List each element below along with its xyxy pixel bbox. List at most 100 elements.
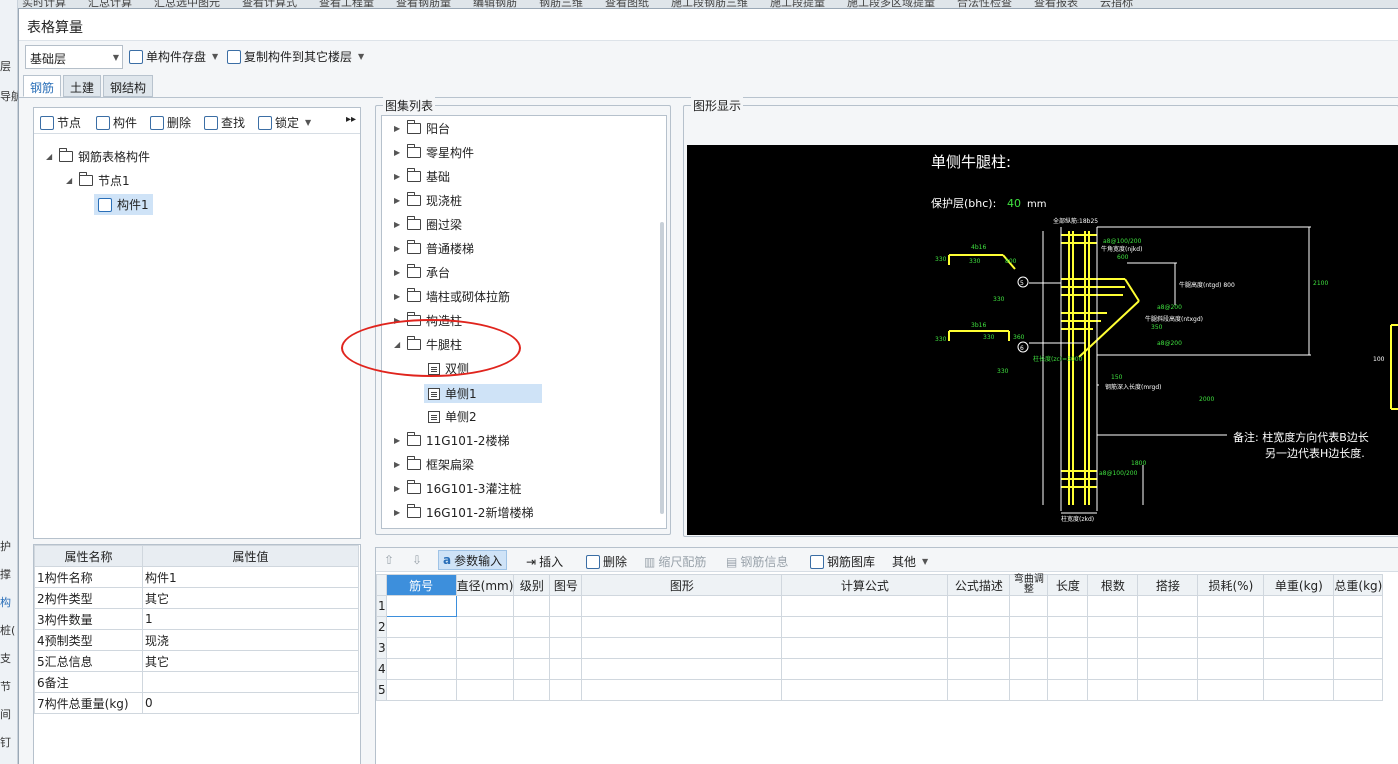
grid-column-header[interactable]: 长度 [1047, 574, 1089, 596]
grid-cell[interactable] [1333, 658, 1384, 680]
grid-column-header[interactable]: 级别 [513, 574, 551, 596]
grid-cell[interactable] [549, 595, 583, 617]
lock-button[interactable]: 锁定 ▼ [258, 114, 311, 131]
grid-cell[interactable] [455, 658, 515, 680]
grid-cell[interactable] [1333, 637, 1384, 659]
ribbon-item[interactable]: 汇总选中图元 [154, 0, 220, 8]
nav-strip-item[interactable]: 钉 [0, 734, 18, 750]
grid-cell[interactable] [781, 595, 949, 617]
ribbon-item[interactable]: 云指标 [1100, 0, 1133, 8]
ribbon-item[interactable]: 查看报表 [1034, 0, 1078, 8]
tab-steel[interactable]: 钢结构 [103, 75, 154, 97]
grid-cell[interactable] [1197, 637, 1265, 659]
tree-component[interactable]: 构件1 [94, 194, 153, 215]
grid-column-header[interactable]: 总重(kg) [1333, 574, 1384, 596]
grid-cell[interactable] [455, 679, 515, 701]
property-row[interactable]: 7构件总重量(kg) 0 [34, 692, 359, 714]
property-row[interactable]: 4预制类型 现浇 [34, 629, 359, 651]
nav-strip-item[interactable]: 节 [0, 678, 18, 694]
copy-component-button[interactable]: 复制构件到其它楼层 ▼ [227, 48, 364, 65]
grid-cell[interactable] [1263, 595, 1335, 617]
grid-cell[interactable] [1087, 679, 1139, 701]
property-value[interactable]: 其它 [142, 650, 359, 672]
grid-cell[interactable] [1197, 679, 1265, 701]
grid-cell[interactable] [455, 595, 515, 617]
rebar-library-button[interactable]: 钢筋图库 [810, 553, 875, 570]
tab-civil[interactable]: 土建 [63, 75, 102, 97]
delete-row-button[interactable]: 删除 [586, 553, 627, 570]
grid-cell[interactable] [581, 595, 783, 617]
tree-root[interactable]: ◢ 钢筋表格构件 [46, 148, 150, 165]
ribbon-item[interactable]: 编辑钢筋 [473, 0, 517, 8]
ribbon-item[interactable]: 查看工程量 [319, 0, 374, 8]
atlas-item[interactable]: ▶ 零星构件 [394, 144, 474, 161]
grid-column-header[interactable]: 计算公式 [781, 574, 949, 596]
grid-cell[interactable] [947, 616, 1011, 638]
other-button[interactable]: 其他 ▼ [892, 553, 928, 570]
delete-button[interactable]: 删除 [150, 114, 191, 131]
grid-cell[interactable] [1137, 658, 1199, 680]
grid-cell[interactable] [781, 637, 949, 659]
grid-cell[interactable] [947, 595, 1011, 617]
atlas-item[interactable]: ▶ 16G101-2新增楼梯 [394, 504, 533, 521]
nav-strip-item[interactable]: 构 [0, 594, 18, 610]
grid-cell[interactable] [549, 658, 583, 680]
grid-cell[interactable] [1137, 595, 1199, 617]
grid-cell[interactable] [947, 679, 1011, 701]
grid-cell[interactable] [1009, 637, 1049, 659]
grid-cell[interactable] [455, 637, 515, 659]
find-button[interactable]: 查找 [204, 114, 245, 131]
grid-cell[interactable] [781, 616, 949, 638]
add-node-button[interactable]: 节点 [40, 114, 81, 131]
atlas-item[interactable]: ▶ 墙柱或砌体拉筋 [394, 288, 510, 305]
grid-cell[interactable] [781, 658, 949, 680]
grid-column-header[interactable]: 搭接 [1137, 574, 1199, 596]
scrollbar[interactable] [660, 222, 664, 514]
grid-cell[interactable] [513, 595, 551, 617]
grid-cell[interactable] [1333, 679, 1384, 701]
grid-row[interactable]: 1 [376, 595, 1384, 617]
title-bar[interactable]: 表格算量 [19, 9, 1398, 41]
ribbon-item[interactable]: 施工段提量 [770, 0, 825, 8]
ribbon-item[interactable]: 查看图纸 [605, 0, 649, 8]
nav-strip-item[interactable]: 撑 [0, 566, 18, 582]
grid-column-header[interactable]: 损耗(%) [1197, 574, 1265, 596]
grid-cell[interactable] [1047, 616, 1089, 638]
grid-cell[interactable] [1197, 658, 1265, 680]
grid-cell[interactable] [549, 637, 583, 659]
expand-arrow-icon[interactable]: ▶ [394, 196, 402, 205]
grid-row[interactable]: 2 [376, 616, 1384, 638]
grid-cell[interactable] [385, 595, 457, 617]
ribbon-item[interactable]: 施工段钢筋三维 [671, 0, 748, 8]
grid-column-header[interactable]: 图形 [581, 574, 783, 596]
grid-cell[interactable] [1047, 637, 1089, 659]
tab-rebar[interactable]: 钢筋 [23, 75, 62, 97]
property-row[interactable]: 1构件名称 构件1 [34, 566, 359, 588]
add-component-button[interactable]: 构件 [96, 114, 137, 131]
expand-arrow-icon[interactable]: ▶ [394, 484, 402, 493]
property-row[interactable]: 5汇总信息 其它 [34, 650, 359, 672]
grid-cell[interactable] [385, 637, 457, 659]
grid-cell[interactable] [1087, 595, 1139, 617]
ribbon-item[interactable]: 汇总计算 [88, 0, 132, 8]
move-up-icon[interactable]: ⇧ [384, 553, 394, 567]
param-input-button[interactable]: a 参数输入 [438, 550, 508, 570]
grid-cell[interactable] [1197, 595, 1265, 617]
atlas-child-item[interactable]: 单侧2 [428, 408, 477, 425]
expand-arrow-icon[interactable]: ▶ [394, 172, 402, 181]
property-row[interactable]: 6备注 [34, 671, 359, 693]
grid-cell[interactable] [1263, 658, 1335, 680]
grid-column-header[interactable]: 直径(mm) [455, 574, 515, 596]
grid-row[interactable]: 4 [376, 658, 1384, 680]
grid-column-header[interactable]: 单重(kg) [1263, 574, 1335, 596]
atlas-item[interactable]: ▶ 圈过梁 [394, 216, 462, 233]
grid-column-header[interactable]: 弯曲调整 [1009, 574, 1049, 596]
nav-strip-item[interactable]: 桩( [0, 622, 18, 638]
property-row[interactable]: 2构件类型 其它 [34, 587, 359, 609]
expand-arrow-icon[interactable]: ▶ [394, 292, 402, 301]
grid-column-header[interactable]: 筋号 [385, 574, 457, 596]
expand-toolbar-icon[interactable]: ▸▸ [346, 114, 356, 125]
nav-strip-item[interactable]: 导航 [0, 88, 18, 104]
property-value[interactable]: 现浇 [142, 629, 359, 651]
grid-cell[interactable] [1263, 679, 1335, 701]
